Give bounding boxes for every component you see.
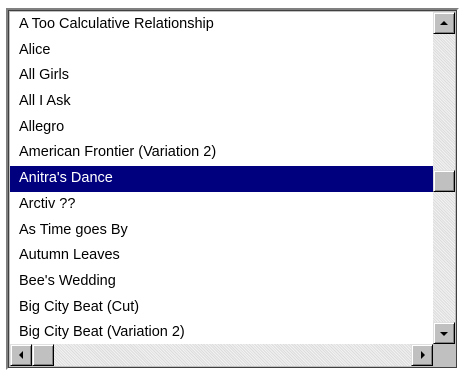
scroll-down-button[interactable]	[433, 322, 455, 344]
song-list: A Too Calculative Relationship Alice All…	[10, 12, 433, 344]
list-item[interactable]: Big City Beat (Cut)	[10, 295, 433, 321]
list-item[interactable]: All Girls	[10, 63, 433, 89]
list-item[interactable]: Bee's Wedding	[10, 269, 433, 295]
list-item-selected[interactable]: Anitra's Dance	[10, 166, 433, 192]
horizontal-scrollbar[interactable]	[10, 344, 433, 366]
list-item[interactable]: American Frontier (Variation 2)	[10, 140, 433, 166]
arrow-down-icon	[440, 332, 448, 336]
vertical-scroll-thumb[interactable]	[433, 170, 455, 192]
song-listbox[interactable]: A Too Calculative Relationship Alice All…	[6, 8, 459, 370]
list-item[interactable]: Autumn Leaves	[10, 243, 433, 269]
vertical-scrollbar[interactable]	[433, 12, 455, 344]
list-item[interactable]: A Too Calculative Relationship	[10, 12, 433, 38]
list-area[interactable]: A Too Calculative Relationship Alice All…	[10, 12, 433, 344]
list-item[interactable]: All I Ask	[10, 89, 433, 115]
arrow-up-icon	[440, 21, 448, 25]
horizontal-scroll-thumb[interactable]	[32, 344, 54, 366]
list-item[interactable]: Arctiv ??	[10, 192, 433, 218]
list-item[interactable]: As Time goes By	[10, 218, 433, 244]
list-item[interactable]: Alice	[10, 38, 433, 64]
arrow-left-icon	[19, 351, 23, 359]
list-item[interactable]: Allegro	[10, 115, 433, 141]
scroll-right-button[interactable]	[411, 344, 433, 366]
scrollbar-corner	[433, 344, 455, 366]
arrow-right-icon	[421, 351, 425, 359]
scroll-up-button[interactable]	[433, 12, 455, 34]
scroll-left-button[interactable]	[10, 344, 32, 366]
list-item[interactable]: Big City Beat (Variation 2)	[10, 320, 433, 344]
